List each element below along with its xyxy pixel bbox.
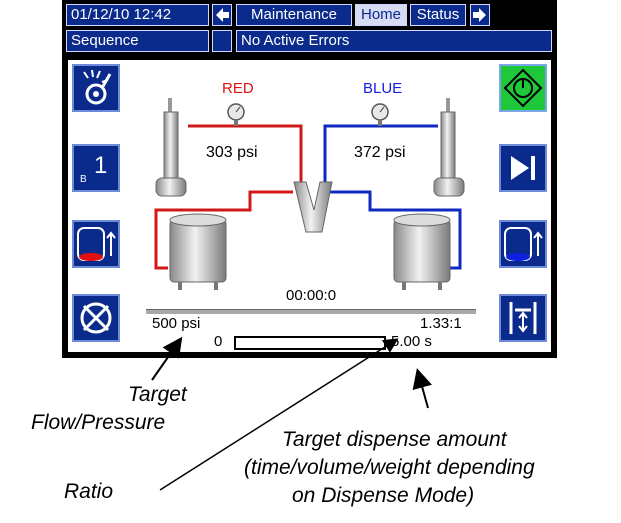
caption-target-line1: Target (128, 383, 187, 406)
caption-dispense-line1: Target dispense amount (282, 428, 507, 451)
caption-dispense-line3: on Dispense Mode) (292, 484, 475, 507)
caption-target-line2: Flow/Pressure (31, 411, 166, 434)
caption-ratio: Ratio (64, 480, 114, 503)
caption-dispense-line2: (time/volume/weight depending (244, 456, 535, 479)
